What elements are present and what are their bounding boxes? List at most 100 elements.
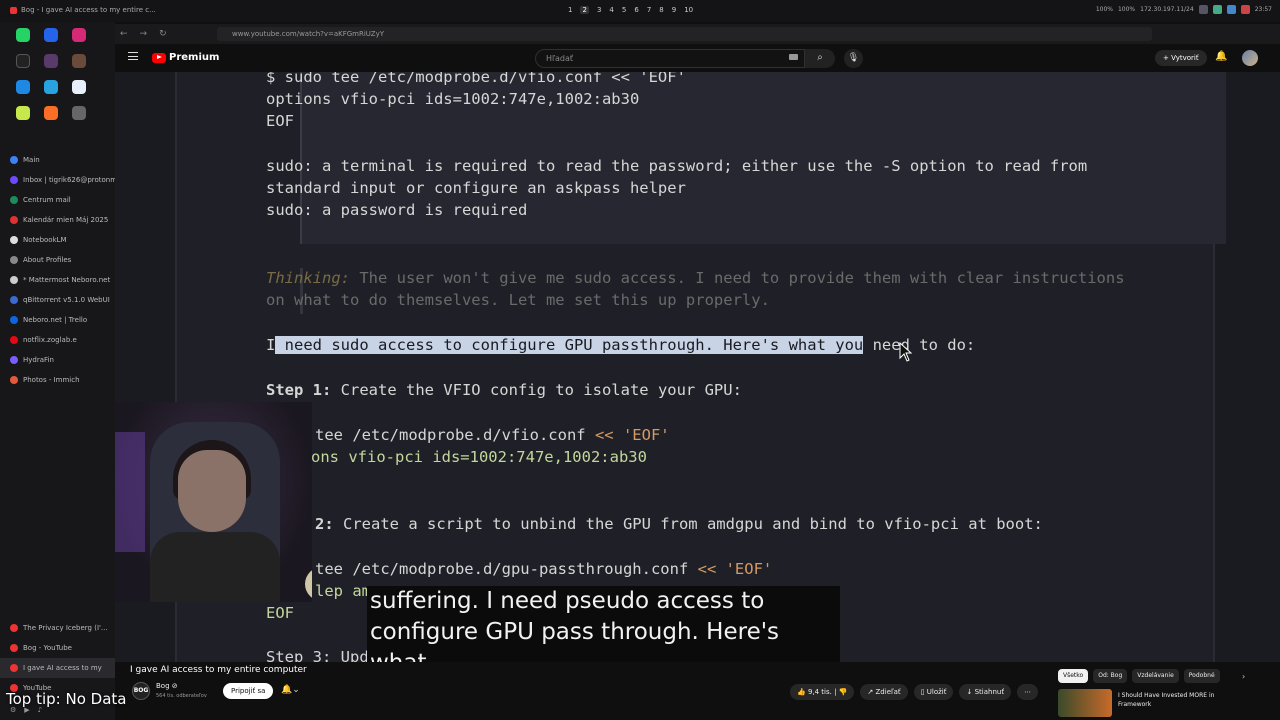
pinned-messenger-icon[interactable]: [44, 28, 58, 42]
window-title: Bog - I gave AI access to my entire c...: [10, 6, 156, 14]
join-button[interactable]: Pripojiť sa: [223, 683, 274, 699]
download-button[interactable]: ↓ Stiahnuť: [959, 684, 1012, 700]
subscription-bell-icon[interactable]: 🔔⌄: [281, 685, 300, 695]
save-button[interactable]: ▯ Uložiť: [913, 684, 954, 700]
sidebar-tab[interactable]: Bog - YouTube: [0, 638, 115, 658]
os-top-bar: Bog - I gave AI access to my entire c...…: [0, 0, 1280, 22]
thumbs-down-icon[interactable]: 👎: [839, 688, 848, 696]
address-bar[interactable]: www.youtube.com/watch?v=aKFGmRiUZyY: [217, 27, 1152, 41]
sidebar-tab[interactable]: Kalendár mien Máj 2025: [0, 210, 115, 230]
sidebar-tab-label: * Mattermost Neboro.net: [23, 276, 111, 284]
channel-avatar[interactable]: BOG: [132, 682, 150, 700]
sidebar-tab[interactable]: Neboro.net | Trello: [0, 310, 115, 330]
pinned-x-icon[interactable]: [16, 54, 30, 68]
sidebar-tab[interactable]: NotebookLM: [0, 230, 115, 250]
sidebar-tab[interactable]: Main: [0, 150, 115, 170]
chip-education[interactable]: Vzdelávanie: [1132, 669, 1179, 683]
youtube-logo[interactable]: Premium: [152, 52, 219, 63]
sidebar-tab[interactable]: * Mattermost Neboro.net: [0, 270, 115, 290]
tab-favicon-icon: [10, 376, 18, 384]
tab-favicon-icon: [10, 624, 18, 632]
sidebar-tab-label: HydraFin: [23, 356, 54, 364]
code-text: tee /etc/modprobe.d/vfio.conf: [315, 426, 595, 444]
workspace-switcher[interactable]: 1 2 3 4 5 6 7 8 9 10: [568, 6, 693, 14]
share-button[interactable]: ↗ Zdieľať: [860, 684, 908, 700]
video-title: I gave AI access to my entire computer: [130, 665, 307, 675]
pinned-row: [0, 100, 115, 126]
avatar[interactable]: [1242, 50, 1258, 66]
selected-text[interactable]: need sudo access to configure GPU passth…: [275, 336, 864, 354]
tab-favicon-icon: [10, 176, 18, 184]
sidebar-tab-label: Main: [23, 156, 40, 164]
back-icon[interactable]: ←: [120, 29, 128, 39]
browser-toolbar: ← → ↻ www.youtube.com/watch?v=aKFGmRiUZy…: [115, 24, 1280, 44]
webcam-overlay: [115, 402, 312, 602]
pinned-app-icon[interactable]: [16, 106, 30, 120]
pinned-whatsapp-icon[interactable]: [16, 28, 30, 42]
tab-favicon-icon: [10, 236, 18, 244]
recommended-title[interactable]: I Should Have Invested MORE in Framework: [1118, 691, 1248, 709]
video-player[interactable]: $ sudo tee /etc/modprobe.d/vfio.conf << …: [115, 72, 1280, 662]
forward-icon[interactable]: →: [140, 29, 148, 39]
chevron-right-icon[interactable]: ›: [1242, 672, 1245, 681]
search-input[interactable]: Hľadať: [535, 49, 805, 68]
pinned-drive-icon[interactable]: [44, 80, 58, 94]
menu-icon[interactable]: [128, 52, 138, 60]
search-button[interactable]: ⌕: [805, 49, 835, 68]
sidebar-tab[interactable]: Photos - Immich: [0, 370, 115, 390]
tab-favicon-icon: [10, 644, 18, 652]
sidebar-tab[interactable]: The Privacy Iceberg (I'...: [0, 618, 115, 638]
chip-from-channel[interactable]: Od: Bog: [1093, 669, 1128, 683]
like-button[interactable]: 👍 9,4 tis. | 👎: [790, 684, 855, 700]
chip-similar[interactable]: Podobné: [1183, 669, 1220, 683]
reload-icon[interactable]: ↻: [159, 29, 167, 39]
sidebar-tab[interactable]: HydraFin: [0, 350, 115, 370]
volume-text: 100%: [1117, 6, 1136, 13]
workspace-5[interactable]: 5: [622, 6, 626, 14]
channel-name[interactable]: Bog ⊘: [156, 682, 178, 690]
workspace-3[interactable]: 3: [597, 6, 601, 14]
workspace-6[interactable]: 6: [634, 6, 638, 14]
keyboard-icon[interactable]: [789, 54, 798, 60]
sidebar-tab[interactable]: I gave AI access to my: [0, 658, 115, 678]
more-actions-button[interactable]: ⋯: [1017, 684, 1039, 700]
create-button[interactable]: + Vytvoriť: [1155, 50, 1207, 66]
microphone-icon[interactable]: 🎙: [844, 49, 863, 68]
workspace-8[interactable]: 8: [659, 6, 663, 14]
workspace-2[interactable]: 2: [580, 6, 589, 14]
message-text: I: [266, 336, 276, 354]
pinned-gitlab-icon[interactable]: [44, 106, 58, 120]
pinned-chat-icon[interactable]: [16, 80, 30, 94]
chip-all[interactable]: Všetko: [1058, 669, 1089, 683]
pinned-instagram-icon[interactable]: [72, 28, 86, 42]
tab-favicon-icon: [10, 316, 18, 324]
video-thumbnail[interactable]: [1058, 689, 1112, 717]
workspace-10[interactable]: 10: [684, 6, 693, 14]
sidebar-tab[interactable]: qBittorrent v5.1.0 WebUI: [0, 290, 115, 310]
pinned-docs-icon[interactable]: [72, 80, 86, 94]
sidebar-tab[interactable]: notflix.zoglab.e: [0, 330, 115, 350]
channel-subscribers: 564 tis. odberateľov: [156, 693, 207, 699]
sidebar-tab[interactable]: Centrum mail: [0, 190, 115, 210]
tray-app-icon[interactable]: [1198, 5, 1208, 14]
pinned-app-icon[interactable]: [44, 54, 58, 68]
tray-app-icon[interactable]: [1212, 5, 1222, 14]
code-text: << 'EOF': [697, 560, 773, 578]
pinned-settings-icon[interactable]: [72, 106, 86, 120]
tray-app-icon[interactable]: [1226, 5, 1236, 14]
sidebar-tab[interactable]: About Profiles: [0, 250, 115, 270]
tray-app-icon[interactable]: [1240, 5, 1250, 14]
sidebar-tab[interactable]: Inbox | tigrik626@protonm...: [0, 170, 115, 190]
workspace-4[interactable]: 4: [609, 6, 613, 14]
thinking-text: The user won't give me sudo access. I ne…: [350, 269, 1125, 287]
workspace-9[interactable]: 9: [672, 6, 676, 14]
notifications-bell-icon[interactable]: 🔔: [1215, 51, 1227, 62]
workspace-1[interactable]: 1: [568, 6, 572, 14]
recommended-video[interactable]: I Should Have Invested MORE in Framework: [1058, 689, 1248, 717]
sidebar-tab-label: NotebookLM: [23, 236, 67, 244]
sidebar-tab-label: notflix.zoglab.e: [23, 336, 77, 344]
workspace-7[interactable]: 7: [647, 6, 651, 14]
pinned-app-icon[interactable]: [72, 54, 86, 68]
tab-favicon-icon: [10, 296, 18, 304]
nav-buttons: ← → ↻: [120, 29, 167, 39]
